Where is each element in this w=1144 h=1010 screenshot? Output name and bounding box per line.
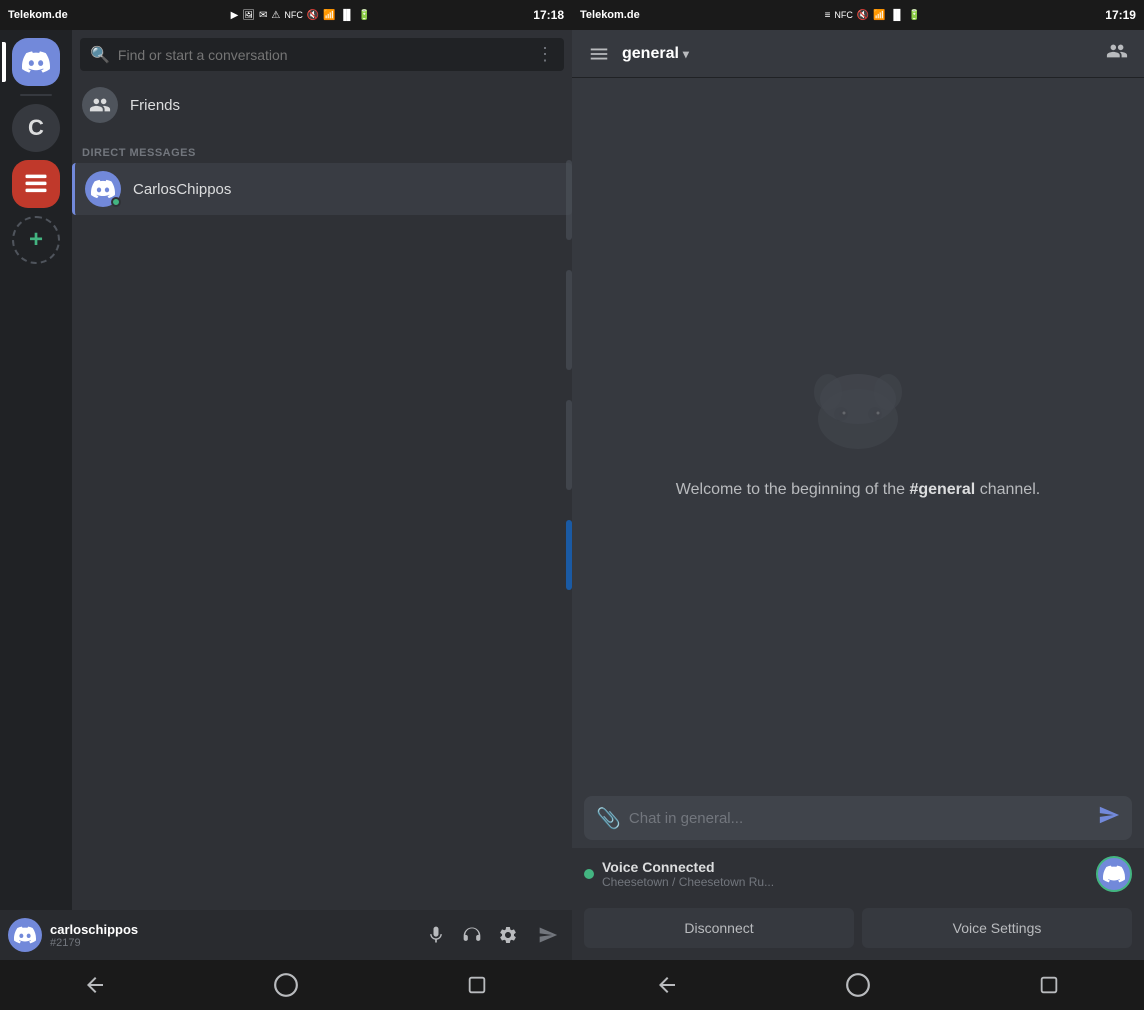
dm-item-carloschippos[interactable]: CarlosChippos xyxy=(72,163,572,215)
carrier-left: Telekom.de xyxy=(8,9,68,21)
voice-buttons: Disconnect Voice Settings xyxy=(572,900,1144,960)
settings-button[interactable] xyxy=(492,919,524,951)
more-options-icon[interactable]: ⋮ xyxy=(536,44,554,65)
tv-icon: ▶ xyxy=(231,10,239,21)
user-tag: #2179 xyxy=(50,937,412,949)
channel-bold: #general xyxy=(909,481,975,498)
channel-name: general ▾ xyxy=(622,45,689,63)
discord-logo-large xyxy=(798,364,918,454)
dm-panel: 🔍 ⋮ Friends DIRECT MESSAGES xyxy=(72,30,572,910)
voice-user-avatar xyxy=(1096,856,1132,892)
chat-input[interactable] xyxy=(629,810,1090,827)
right-panel: general ▾ xyxy=(572,30,1144,960)
alert-icon: ⚠ xyxy=(271,10,280,21)
voice-connected-bar: Voice Connected Cheesetown / Cheesetown … xyxy=(572,848,1144,900)
friends-icon xyxy=(82,87,118,123)
carrier-right: Telekom.de xyxy=(580,9,640,21)
time-left: 17:18 xyxy=(533,8,564,22)
signal-icon: ▐▌ xyxy=(340,10,354,21)
welcome-suffix: channel. xyxy=(975,481,1040,498)
square-button-left[interactable] xyxy=(453,961,501,1009)
channel-name-text: general xyxy=(622,45,679,63)
bottom-controls xyxy=(420,919,524,951)
user-avatar xyxy=(8,918,42,952)
friends-label: Friends xyxy=(130,97,180,114)
signal-icon-right: ▐▌ xyxy=(890,10,904,21)
server-divider xyxy=(20,94,52,96)
image-icon: 🖼 xyxy=(242,10,255,21)
channel-dropdown-icon[interactable]: ▾ xyxy=(683,47,689,61)
attach-button[interactable]: 📎 xyxy=(596,806,621,831)
scrollbar-thumb-3 xyxy=(566,400,572,490)
microphone-button[interactable] xyxy=(420,919,452,951)
status-icons-left: ▶ 🖼 ✉ ⚠ NFC 🔇 📶 ▐▌ 🔋 xyxy=(231,10,371,21)
voice-connected-label: Voice Connected xyxy=(602,859,1088,875)
server-c-icon[interactable]: C xyxy=(12,104,60,152)
mute-icon: 🔇 xyxy=(307,10,319,21)
wifi-icon-right: 📶 xyxy=(873,10,885,21)
battery-icon-right: 🔋 xyxy=(908,10,920,21)
time-right: 17:19 xyxy=(1105,8,1136,22)
server-sidebar: C + xyxy=(0,30,72,910)
scrollbar-thumb-1 xyxy=(566,160,572,240)
bottom-nav-left xyxy=(0,960,572,1010)
user-info: carloschippos #2179 xyxy=(50,922,412,949)
back-button-left[interactable] xyxy=(71,961,119,1009)
server-c-letter: C xyxy=(28,115,44,141)
square-button-right[interactable] xyxy=(1025,961,1073,1009)
status-icons-right: ≡ NFC 🔇 📶 ▐▌ 🔋 xyxy=(825,10,921,21)
back-button-right[interactable] xyxy=(643,961,691,1009)
status-bar-right: Telekom.de ≡ NFC 🔇 📶 ▐▌ 🔋 17:19 xyxy=(572,0,1144,30)
plus-icon: + xyxy=(29,226,43,254)
voice-channel-name: Cheesetown / Cheesetown Ru... xyxy=(602,875,1088,889)
home-button-left[interactable] xyxy=(262,961,310,1009)
search-bar[interactable]: 🔍 ⋮ xyxy=(80,38,564,71)
username: carloschippos xyxy=(50,922,412,937)
welcome-prefix: Welcome to the beginning of the xyxy=(676,481,910,498)
online-status-dot xyxy=(111,197,121,207)
nfc-icon-right: NFC xyxy=(834,10,853,20)
wifi-icon: 📶 xyxy=(323,10,335,21)
right-header: general ▾ xyxy=(572,30,1144,78)
dm-section-header: DIRECT MESSAGES xyxy=(72,131,572,163)
hamburger-button[interactable] xyxy=(588,43,610,65)
members-button[interactable] xyxy=(1106,40,1128,68)
discord-home-icon[interactable] xyxy=(12,38,60,86)
active-indicator xyxy=(2,42,6,82)
welcome-text: Welcome to the beginning of the #general… xyxy=(676,478,1040,502)
dm-avatar-carloschippos xyxy=(85,171,121,207)
menu-icon-right: ≡ xyxy=(825,10,831,21)
status-bar-left: Telekom.de ▶ 🖼 ✉ ⚠ NFC 🔇 📶 ▐▌ 🔋 17:18 xyxy=(0,0,572,30)
chat-input-box: 📎 xyxy=(584,796,1132,840)
home-button-right[interactable] xyxy=(834,961,882,1009)
add-server-button[interactable]: + xyxy=(12,216,60,264)
chat-input-area: 📎 xyxy=(572,788,1144,848)
bottom-user-bar: carloschippos #2179 xyxy=(0,910,572,960)
voice-info: Voice Connected Cheesetown / Cheesetown … xyxy=(602,859,1088,889)
voice-settings-button[interactable]: Voice Settings xyxy=(862,908,1132,948)
headphones-button[interactable] xyxy=(456,919,488,951)
disconnect-button[interactable]: Disconnect xyxy=(584,908,854,948)
search-icon: 🔍 xyxy=(90,45,110,65)
voice-connected-dot xyxy=(584,869,594,879)
server-red-icon[interactable] xyxy=(12,160,60,208)
send-message-button[interactable] xyxy=(1098,804,1120,832)
search-input[interactable] xyxy=(118,47,528,63)
left-panel: C + 🔍 xyxy=(0,30,572,960)
dm-username-carloschippos: CarlosChippos xyxy=(133,181,231,198)
battery-icon: 🔋 xyxy=(358,10,370,21)
send-button-left[interactable] xyxy=(532,919,564,951)
scrollbar-thumb-4 xyxy=(566,520,572,590)
mail-icon: ✉ xyxy=(259,10,267,21)
right-content: Welcome to the beginning of the #general… xyxy=(572,78,1144,788)
friends-item[interactable]: Friends xyxy=(72,79,572,131)
mute-icon-right: 🔇 xyxy=(857,10,869,21)
nfc-icon: NFC xyxy=(284,10,303,20)
scrollbar-thumb-2 xyxy=(566,270,572,370)
bottom-nav-right xyxy=(572,960,1144,1010)
